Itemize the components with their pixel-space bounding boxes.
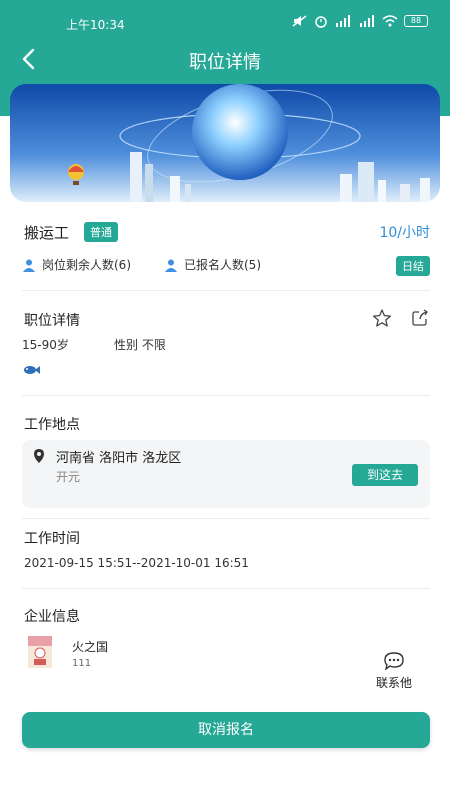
job-salary: 10/小时 (379, 225, 430, 241)
work-time-section-title: 工作时间 (24, 531, 80, 547)
job-name: 搬运工 (24, 224, 70, 242)
navigate-button[interactable]: 到这去 (352, 464, 418, 486)
share-icon[interactable] (410, 308, 430, 328)
signed-stat: 已报名人数(5) (164, 256, 261, 273)
work-time-range: 2021-09-15 15:51--2021-10-01 16:51 (24, 556, 249, 570)
fish-icon (24, 366, 40, 374)
location-card: 河南省 洛阳市 洛龙区 开元 到这去 (22, 440, 430, 508)
cancel-signup-button[interactable]: 取消报名 (22, 712, 430, 748)
contact-button[interactable]: 联系他 (370, 652, 418, 692)
company-name: 火之国 (72, 640, 109, 654)
company-subtitle: 111 (72, 658, 92, 669)
gender-requirement: 性别 不限 (114, 338, 166, 352)
location-address: 河南省 洛阳市 洛龙区 (56, 451, 182, 466)
nav-bar: 职位详情 (0, 38, 450, 82)
page-title: 职位详情 (189, 52, 261, 73)
battery-icon: 88 (404, 15, 428, 27)
remaining-stat: 岗位剩余人数(6) (22, 256, 131, 273)
signal-hd-icon-2 (360, 15, 374, 27)
divider (22, 588, 430, 589)
signed-label: 已报名人数(5) (184, 258, 261, 272)
company-section-title: 企业信息 (24, 609, 80, 625)
remaining-label: 岗位剩余人数(6) (42, 258, 131, 272)
location-detail: 开元 (56, 470, 81, 484)
job-tag-badge: 普通 (84, 222, 118, 242)
status-time: 上午10:34 (66, 18, 125, 32)
detail-section-title: 职位详情 (24, 313, 80, 329)
chat-icon (384, 652, 404, 670)
contact-label: 联系他 (375, 676, 412, 690)
age-range: 15-90岁 (22, 338, 69, 352)
pay-type-badge: 日结 (396, 256, 430, 276)
signal-hd-icon (336, 15, 350, 27)
location-pin-icon (34, 449, 44, 463)
banner-image (10, 84, 440, 202)
divider (22, 518, 430, 519)
divider (22, 395, 430, 396)
person-icon (23, 259, 35, 272)
person-icon (165, 259, 177, 272)
company-logo (28, 636, 52, 668)
alarm-icon (315, 16, 327, 28)
location-section-title: 工作地点 (24, 417, 80, 433)
star-icon[interactable] (372, 308, 392, 328)
stats-row: 岗位剩余人数(6) 已报名人数(5) 日结 (22, 256, 430, 276)
mute-icon (292, 15, 307, 27)
job-title-row: 搬运工 普通 10/小时 (24, 220, 430, 244)
wifi-icon (382, 15, 398, 27)
status-icons: 88 (292, 14, 428, 28)
divider (22, 290, 430, 291)
